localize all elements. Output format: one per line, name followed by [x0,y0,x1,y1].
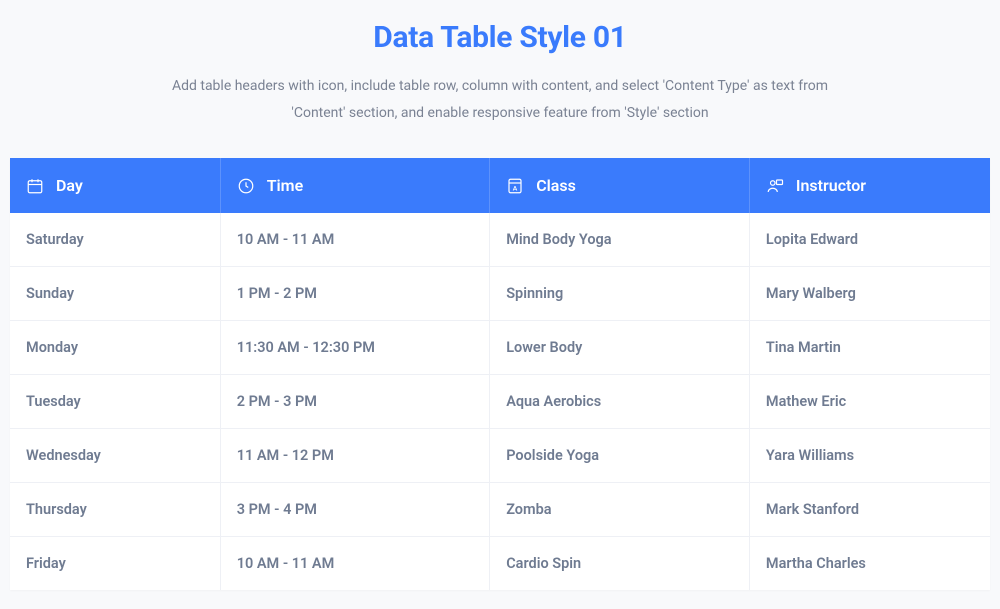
cell-class: Lower Body [490,321,750,374]
cell-day: Wednesday [10,429,221,482]
cell-time: 10 AM - 11 AM [221,213,491,266]
cell-class: Aqua Aerobics [490,375,750,428]
cell-time: 11:30 AM - 12:30 PM [221,321,491,374]
cell-instructor: Mathew Eric [750,375,990,428]
table-row: Saturday 10 AM - 11 AM Mind Body Yoga Lo… [10,213,990,267]
cell-day: Tuesday [10,375,221,428]
cell-time: 2 PM - 3 PM [221,375,491,428]
table-row: Monday 11:30 AM - 12:30 PM Lower Body Ti… [10,321,990,375]
page-container: Data Table Style 01 Add table headers wi… [10,20,990,590]
header-time: Time [221,158,491,213]
cell-time: 10 AM - 11 AM [221,537,491,590]
header-instructor: Instructor [750,158,990,213]
class-icon: A [506,177,524,195]
header-instructor-label: Instructor [796,176,866,195]
table-row: Wednesday 11 AM - 12 PM Poolside Yoga Ya… [10,429,990,483]
cell-instructor: Yara Williams [750,429,990,482]
cell-class: Mind Body Yoga [490,213,750,266]
page-title: Data Table Style 01 [10,20,990,55]
cell-class: Spinning [490,267,750,320]
cell-instructor: Lopita Edward [750,213,990,266]
table-body: Saturday 10 AM - 11 AM Mind Body Yoga Lo… [10,213,990,590]
cell-day: Sunday [10,267,221,320]
header-time-label: Time [267,176,304,195]
data-table: Day Time A Class Instructor [10,158,990,590]
clock-icon [237,177,255,195]
instructor-icon [766,177,784,195]
cell-day: Thursday [10,483,221,536]
table-row: Friday 10 AM - 11 AM Cardio Spin Martha … [10,537,990,590]
cell-class: Zomba [490,483,750,536]
table-header-row: Day Time A Class Instructor [10,158,990,213]
table-row: Thursday 3 PM - 4 PM Zomba Mark Stanford [10,483,990,537]
cell-instructor: Tina Martin [750,321,990,374]
cell-instructor: Mark Stanford [750,483,990,536]
cell-class: Poolside Yoga [490,429,750,482]
header-day: Day [10,158,221,213]
cell-class: Cardio Spin [490,537,750,590]
table-row: Sunday 1 PM - 2 PM Spinning Mary Walberg [10,267,990,321]
cell-instructor: Mary Walberg [750,267,990,320]
cell-day: Saturday [10,213,221,266]
page-subtitle: Add table headers with icon, include tab… [150,73,850,126]
cell-day: Friday [10,537,221,590]
cell-time: 3 PM - 4 PM [221,483,491,536]
cell-day: Monday [10,321,221,374]
svg-text:A: A [513,184,518,192]
calendar-icon [26,177,44,195]
cell-time: 1 PM - 2 PM [221,267,491,320]
cell-time: 11 AM - 12 PM [221,429,491,482]
cell-instructor: Martha Charles [750,537,990,590]
header-class: A Class [490,158,750,213]
header-class-label: Class [536,176,576,195]
table-row: Tuesday 2 PM - 3 PM Aqua Aerobics Mathew… [10,375,990,429]
header-day-label: Day [56,176,83,195]
